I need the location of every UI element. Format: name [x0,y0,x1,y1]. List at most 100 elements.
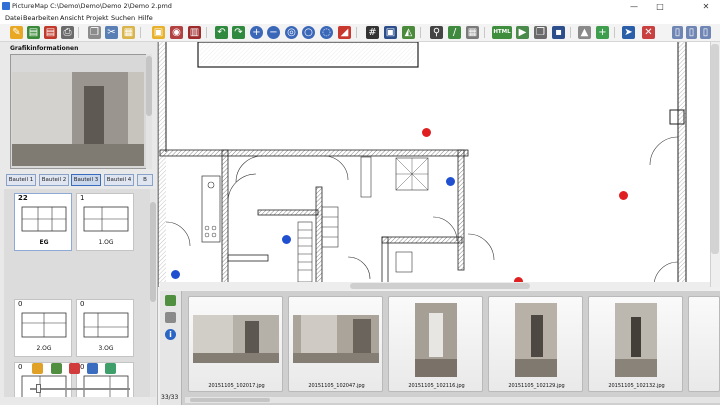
photo-card[interactable]: 20151105_102047.jpg [288,296,383,392]
menu-hilfe[interactable]: Hilfe [138,14,153,22]
photo-marker-red[interactable] [619,191,628,200]
print-icon[interactable]: ⎙ [61,26,74,39]
camera-icon[interactable]: ◉ [170,26,183,39]
canvas-horizontal-scrollbar-thumb[interactable] [350,283,530,289]
canvas-vertical-scrollbar-thumb[interactable] [711,44,719,254]
plan-marker-count: 0 [18,300,23,308]
table-icon[interactable]: ▦ [466,26,479,39]
app-icon [2,2,10,10]
import-icon[interactable]: ▣ [152,26,165,39]
photo-thumbnail [293,315,379,363]
paste-icon[interactable]: ▦ [122,26,135,39]
maximize-button[interactable]: □ [648,0,672,13]
fit-plan-icon[interactable] [105,363,116,374]
html-icon[interactable]: HTML [492,26,512,39]
undo-icon[interactable]: ↶ [215,26,228,39]
photo-card[interactable]: 20151105_102017.jpg [188,296,283,392]
delete-icon[interactable]: ✕ [642,26,655,39]
photo-caption: 20151105_102132.jpg [608,383,665,389]
menu-bearbeiten[interactable]: Bearbeiten [23,14,59,22]
plan-marker-count: 0 [18,363,23,371]
image-plan-icon[interactable] [51,363,62,374]
photo-caption: 20151105_102129.jpg [508,383,565,389]
photo-card[interactable]: 20151105_102116.jpg [388,296,483,392]
zoom-in-icon[interactable]: + [250,26,263,39]
copy-image-icon[interactable]: ❐ [534,26,547,39]
floppy-icon[interactable]: ▪ [552,26,565,39]
photo-card-partial[interactable] [688,296,720,392]
minimize-button[interactable]: — [622,0,646,13]
zoom-reset-icon[interactable]: ○ [302,26,315,39]
photo-card[interactable]: 20151105_102129.jpg [488,296,583,392]
photo-marker-blue[interactable] [282,235,291,244]
photo-marker-blue[interactable] [171,270,180,279]
left-panel: Grafikinformationen Bauteil 1 Bauteil 2 … [0,42,158,405]
layout-a-icon[interactable]: ▯ [672,26,683,39]
export-icon[interactable]: ▥ [188,26,201,39]
menu-ansicht[interactable]: Ansicht [60,14,84,22]
plans-scrollbar-thumb[interactable] [150,202,156,302]
plan-drawing [83,206,129,232]
frame-icon[interactable]: ▣ [384,26,397,39]
building-tabs: Bauteil 1 Bauteil 2 Bauteil 3 Bauteil 4 … [4,174,154,186]
redo-icon[interactable]: ↷ [232,26,245,39]
info-panel-header: Grafikinformationen [10,45,79,52]
add-icon[interactable]: + [596,26,609,39]
info-icon[interactable]: i [165,329,176,340]
photo-marker-blue[interactable] [446,177,455,186]
plan-thumb-1og[interactable]: 1 1.OG [76,193,134,251]
link-icon[interactable]: ⚲ [430,26,443,39]
zoom-slider-track[interactable] [30,388,130,390]
tab-bauteil-2[interactable]: Bauteil 2 [39,174,69,186]
edit-plan-icon[interactable] [87,363,98,374]
plan-marker-count: 0 [80,300,85,308]
export-image-icon[interactable]: ▶ [516,26,529,39]
zoom-slider-handle[interactable] [36,384,41,393]
toolbar-separator [140,27,141,38]
new-icon[interactable]: ✎ [10,26,23,39]
delete-plan-icon[interactable] [69,363,80,374]
toolbar-separator [78,27,79,38]
menu-projekt[interactable]: Projekt [86,14,108,22]
tab-bauteil-5[interactable]: B [137,174,153,186]
tab-bauteil-4[interactable]: Bauteil 4 [104,174,134,186]
measure-icon[interactable]: ◭ [402,26,415,39]
layout-b-icon[interactable]: ▯ [686,26,697,39]
tab-bauteil-1[interactable]: Bauteil 1 [6,174,36,186]
photo-stack-icon[interactable] [165,295,176,306]
tab-bauteil-3[interactable]: Bauteil 3 [71,174,101,186]
cursor-icon[interactable]: ➤ [622,26,635,39]
plan-marker-count: 0 [80,363,85,371]
zoom-100-icon[interactable]: ◌ [320,26,333,39]
zoom-out-icon[interactable]: − [267,26,280,39]
menu-datei[interactable]: Datei [5,14,22,22]
plan-label: 3.OG [98,345,114,352]
info-scrollbar-thumb[interactable] [146,56,152,116]
comment-icon[interactable] [165,312,176,323]
add-plan-icon[interactable] [32,363,43,374]
toolbar-separator [614,27,615,38]
toolbar-separator [206,27,207,38]
save-icon[interactable]: ▤ [44,26,57,39]
plan-thumb-2og[interactable]: 0 2.OG [14,299,72,357]
cut-icon[interactable]: ✂ [105,26,118,39]
photo-card[interactable]: 20151105_102132.jpg [588,296,683,392]
copy-icon[interactable]: ❐ [88,26,101,39]
marker-icon[interactable]: ◢ [338,26,351,39]
info-preview-photo [12,72,144,166]
zoom-fit-icon[interactable]: ◎ [285,26,298,39]
plan-thumb[interactable]: 0 [14,362,72,397]
up-arrow-icon[interactable]: ▲ [578,26,591,39]
photo-marker-red[interactable] [422,128,431,137]
plan-thumb-eg[interactable]: 22 EG [14,193,72,251]
close-button[interactable]: ✕ [694,0,718,13]
menu-suchen[interactable]: Suchen [111,14,135,22]
filmstrip-scrollbar-thumb[interactable] [190,398,270,402]
floor-plan-canvas[interactable] [158,42,710,287]
grid-icon[interactable]: # [366,26,379,39]
plan-drawing [21,206,67,232]
layout-c-icon[interactable]: ▯ [700,26,711,39]
pencil-icon[interactable]: / [448,26,461,39]
open-icon[interactable]: ▤ [27,26,40,39]
plan-thumb-3og[interactable]: 0 3.OG [76,299,134,357]
